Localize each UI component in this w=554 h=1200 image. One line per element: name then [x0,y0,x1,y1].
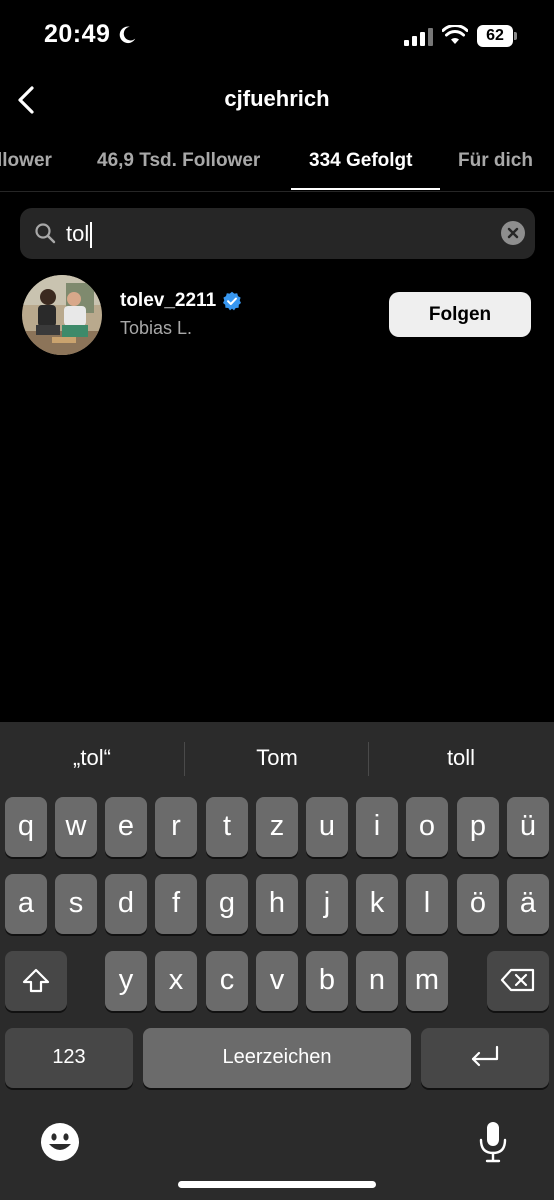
follow-button[interactable]: Folgen [389,292,531,337]
key[interactable]: ä [507,874,549,934]
key[interactable]: b [306,951,348,1011]
key[interactable]: d [105,874,147,934]
battery-indicator: 62 [477,25,517,47]
key[interactable]: s [55,874,97,934]
search-query-text: tol [66,221,90,246]
predictive-bar: „tol“ Tom toll [0,722,554,794]
key[interactable]: c [206,951,248,1011]
key[interactable]: e [105,797,147,857]
wifi-icon [442,25,468,44]
key[interactable]: g [206,874,248,934]
follow-tabs: llower 46,9 Tsd. Follower 334 Gefolgt Fü… [0,132,554,192]
focus-moon-icon [119,26,136,44]
page-title: cjfuehrich [224,86,330,111]
search-field[interactable]: tol [20,208,535,259]
key[interactable]: a [5,874,47,934]
username: tolev_2211 [120,290,217,311]
key[interactable]: o [406,797,448,857]
backspace-icon [500,968,535,992]
status-time: 20:49 [44,20,111,48]
key[interactable]: q [5,797,47,857]
tab-followers-partial[interactable]: llower [0,132,52,190]
space-key[interactable]: Leerzeichen [143,1028,411,1088]
suggestion-item[interactable]: Tom [185,722,369,794]
search-icon [35,223,56,244]
key[interactable]: j [306,874,348,934]
suggestion-item[interactable]: toll [369,722,553,794]
key[interactable]: f [155,874,197,934]
screen: 20:49 62 cjfuehrich llower 46,9 Tsd. Fol… [0,0,554,1200]
text-caret [90,222,93,249]
home-indicator[interactable] [178,1181,376,1188]
return-icon [471,1045,499,1067]
key[interactable]: r [155,797,197,857]
tab-followers[interactable]: 46,9 Tsd. Follower [97,132,260,190]
key[interactable]: u [306,797,348,857]
key[interactable]: t [206,797,248,857]
clear-search-button[interactable] [501,221,525,245]
key[interactable]: w [55,797,97,857]
suggestion-item[interactable]: „tol“ [0,722,184,794]
dictation-button[interactable] [478,1120,508,1164]
battery-level: 62 [477,25,513,47]
key[interactable]: v [256,951,298,1011]
search-result-row[interactable]: tolev_2211 Tobias L. Folgen [0,272,554,356]
full-name: Tobias L. [120,318,193,338]
key[interactable]: ö [457,874,499,934]
delete-key[interactable] [487,951,549,1011]
key[interactable]: x [155,951,197,1011]
key[interactable]: ü [507,797,549,857]
key[interactable]: y [105,951,147,1011]
nav-header: cjfuehrich [0,72,554,128]
key[interactable]: h [256,874,298,934]
search-input[interactable]: tol [66,208,93,259]
key[interactable]: m [406,951,448,1011]
shift-icon [22,968,50,993]
emoji-icon [41,1123,79,1161]
avatar-photo [22,275,102,355]
key[interactable]: p [457,797,499,857]
key[interactable]: i [356,797,398,857]
shift-key[interactable] [5,951,67,1011]
key[interactable]: k [356,874,398,934]
verified-badge-icon [223,291,242,311]
username-line: tolev_2211 [120,290,242,312]
key[interactable]: n [356,951,398,1011]
active-tab-indicator [291,188,440,190]
tab-for-you[interactable]: Für dich [458,132,533,190]
key[interactable]: l [406,874,448,934]
close-icon [507,227,519,239]
key[interactable]: z [256,797,298,857]
tab-following[interactable]: 334 Gefolgt [309,132,412,190]
microphone-icon [479,1122,507,1163]
cellular-signal-icon [404,28,433,46]
numbers-key[interactable]: 123 [5,1028,133,1088]
return-key[interactable] [421,1028,549,1088]
avatar[interactable] [22,275,102,355]
emoji-button[interactable] [40,1122,80,1162]
status-bar: 20:49 62 [0,0,554,72]
